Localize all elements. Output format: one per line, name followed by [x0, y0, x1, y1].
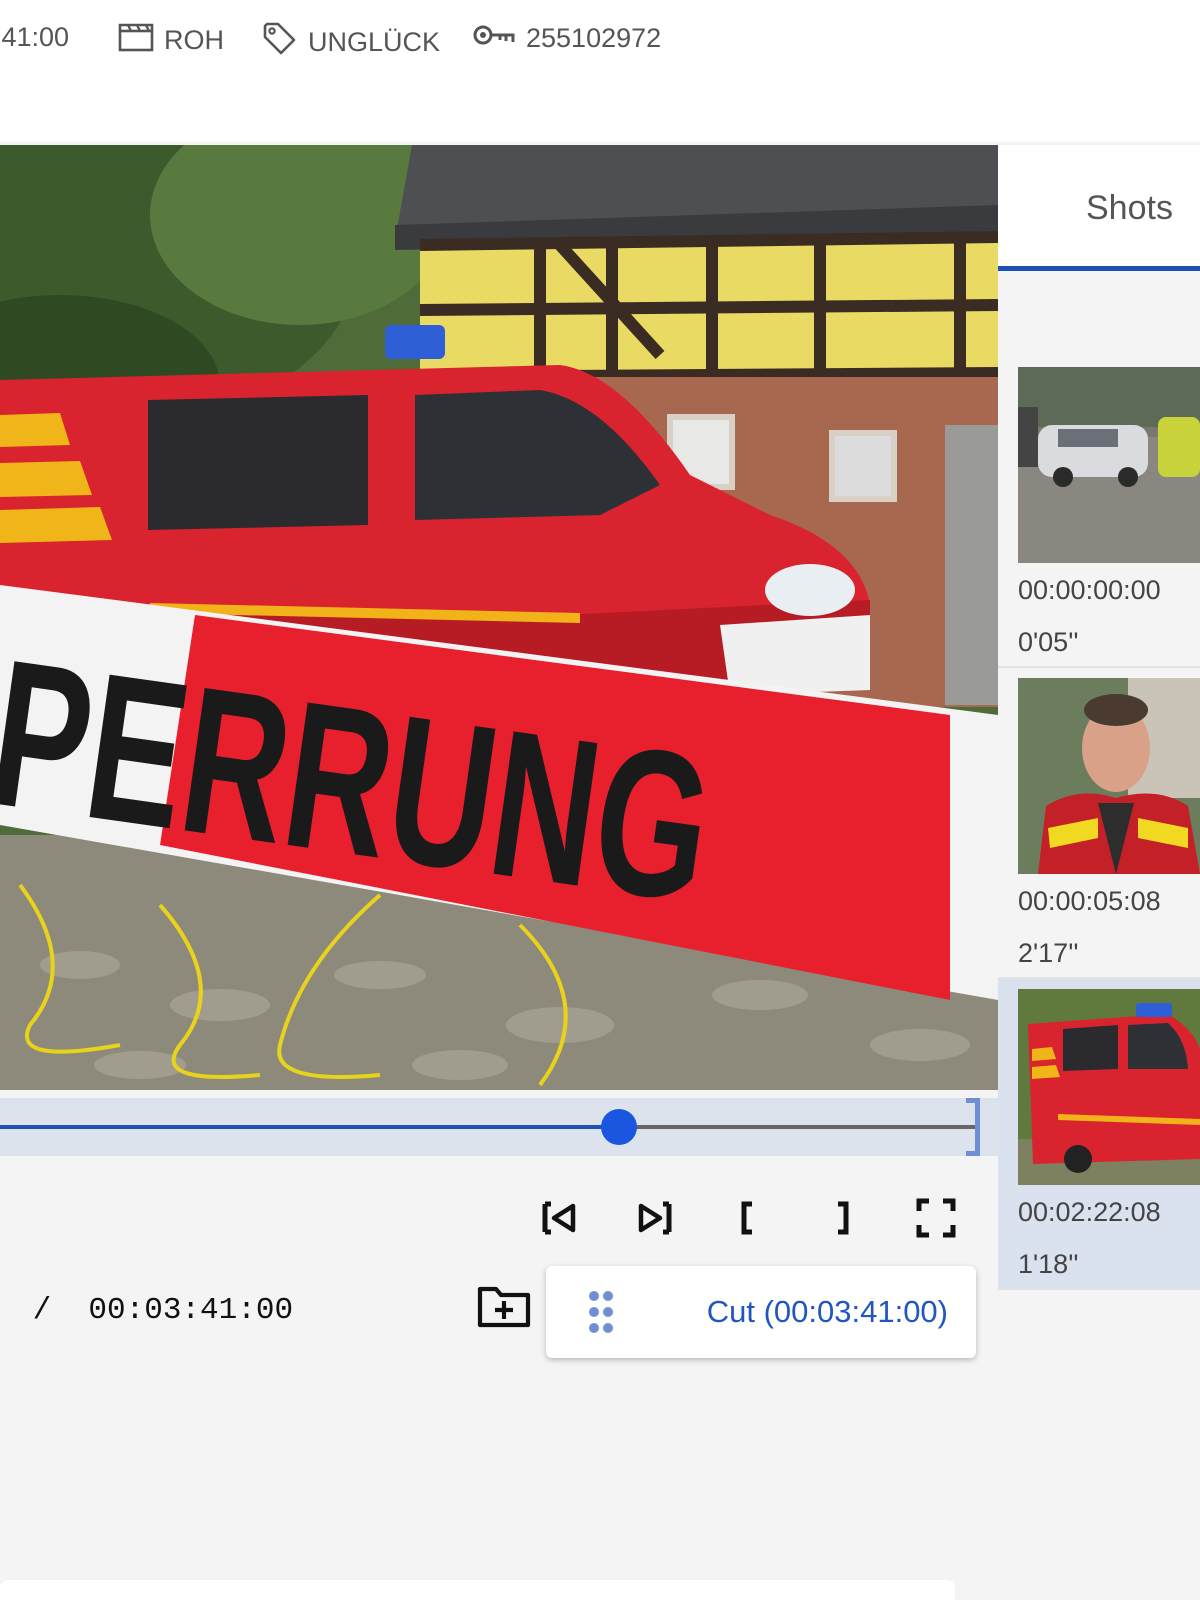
shot-list: 00:00:00:00 0'05'' 00:00:05:08 2'17'' 00… [998, 357, 1200, 1290]
shot-timecode: 00:00:00:00 [1018, 575, 1161, 605]
shot-thumbnail [1018, 678, 1200, 874]
skip-to-start-button[interactable] [536, 1194, 584, 1242]
key-icon [472, 22, 516, 55]
shot-item[interactable]: 00:00:05:08 2'17'' [998, 668, 1200, 979]
timeline-scrubber[interactable] [0, 1098, 998, 1156]
shot-timecode: 00:00:05:08 [1018, 886, 1161, 916]
fullscreen-icon [916, 1198, 956, 1238]
timeline-out-marker[interactable] [966, 1098, 980, 1156]
shot-timecode: 00:02:22:08 [1018, 1197, 1161, 1227]
skip-to-end-button[interactable] [630, 1194, 678, 1242]
duration-text: :41:00 [0, 22, 70, 52]
add-folder-icon [477, 1286, 531, 1328]
mark-in-icon [741, 1201, 752, 1235]
id-label: 255102972 [526, 23, 662, 53]
shot-duration: 2'17'' [1018, 938, 1079, 968]
duration-meta: :41:00 [0, 22, 69, 53]
metadata-bar: :41:00 ROH UNGLÜCK 255102972 [0, 0, 1200, 142]
tab-shots[interactable]: Shots [1086, 189, 1173, 228]
drag-handle-icon [589, 1291, 613, 1333]
id-meta: 255102972 [472, 22, 661, 55]
shot-item-selected[interactable]: 00:02:22:08 1'18'' [998, 979, 1200, 1290]
tag-meta: UNGLÜCK [262, 22, 440, 63]
type-meta: ROH [118, 22, 224, 59]
shots-panel: Shots 00:00:00:00 0'05'' 00:00:05:08 2'1… [998, 145, 1200, 1600]
mark-in-button[interactable] [724, 1194, 772, 1242]
current-timecode: / 00:03:41:00 [14, 1293, 294, 1328]
cut-item[interactable]: Cut (00:03:41:00) [546, 1266, 976, 1358]
add-to-folder-button[interactable] [476, 1283, 532, 1331]
timeline-played-track [0, 1125, 619, 1129]
fullscreen-button[interactable] [912, 1194, 960, 1242]
shot-duration: 0'05'' [1018, 627, 1079, 657]
tag-label: UNGLÜCK [308, 27, 441, 57]
drag-handle[interactable] [586, 1290, 616, 1334]
shot-thumbnail [1018, 367, 1200, 563]
mark-out-button[interactable] [818, 1194, 866, 1242]
clapperboard-icon [118, 22, 154, 59]
shot-duration: 1'18'' [1018, 1249, 1079, 1279]
tab-shots-underline [998, 266, 1200, 271]
shot-item[interactable]: 00:00:00:00 0'05'' [998, 357, 1200, 668]
shots-tab-bar: Shots [998, 145, 1200, 271]
cut-label[interactable]: Cut (00:03:41:00) [707, 1294, 948, 1330]
video-frame-image: PERRUNG [0, 145, 998, 1090]
video-player[interactable]: PERRUNG [0, 145, 998, 1090]
timeline-remaining-track [619, 1125, 977, 1129]
tag-icon [262, 22, 298, 63]
shot-thumbnail [1018, 989, 1200, 1185]
timeline-playhead-knob[interactable] [601, 1109, 637, 1145]
bottom-panel-edge [0, 1580, 955, 1600]
mark-out-icon [838, 1201, 849, 1235]
skip-to-start-icon [542, 1201, 576, 1235]
skip-to-end-icon [638, 1201, 672, 1235]
type-label: ROH [164, 25, 224, 55]
